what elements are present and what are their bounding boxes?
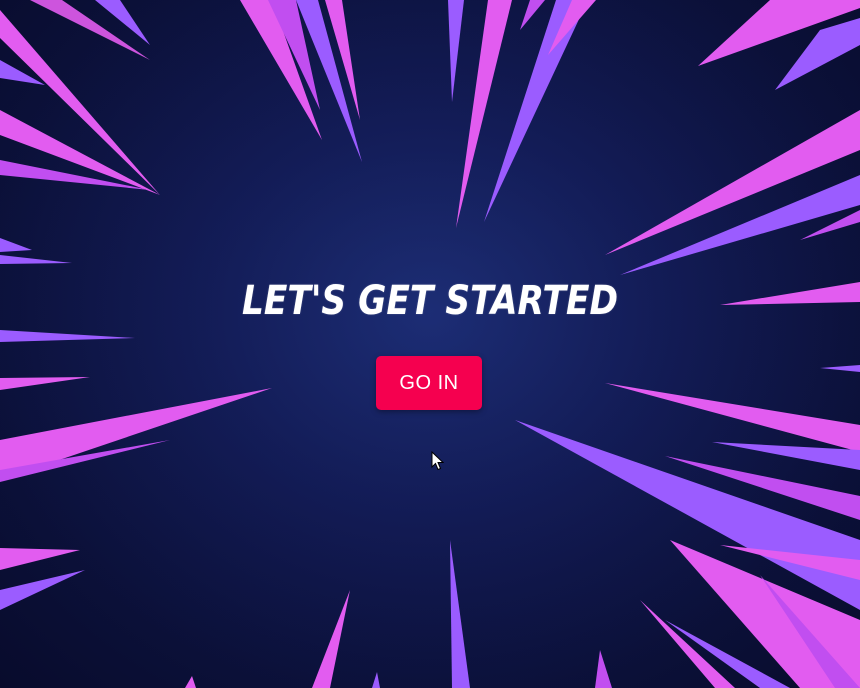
go-in-button[interactable]: GO IN	[376, 356, 482, 410]
page-title: Let's get started	[241, 278, 619, 324]
mouse-pointer-icon	[431, 451, 445, 471]
hero-content: Let's get started GO IN	[0, 0, 860, 688]
intro-screen: Let's get started GO IN	[0, 0, 860, 688]
